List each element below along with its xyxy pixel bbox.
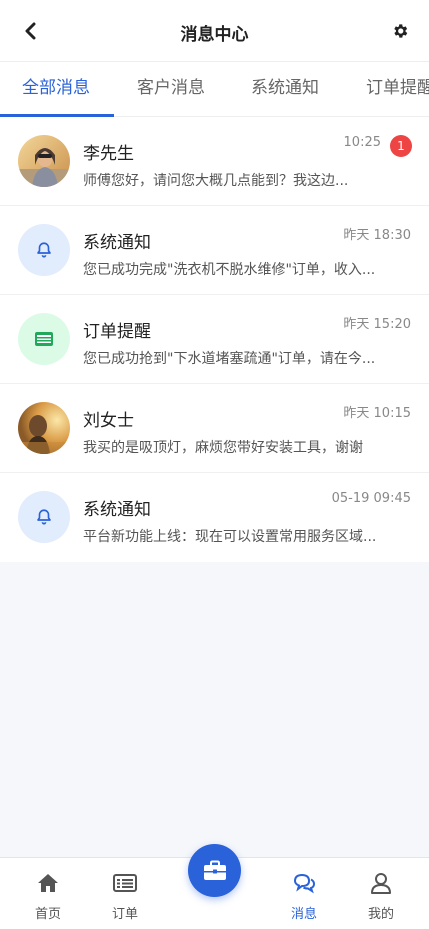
app-header: 消息中心	[0, 0, 429, 62]
nav-messages[interactable]: 消息	[269, 858, 339, 929]
avatar	[18, 402, 70, 454]
bell-icon	[37, 242, 51, 258]
contact-name: 订单提醒	[83, 322, 151, 342]
contact-name: 刘女士	[83, 411, 134, 431]
home-icon	[38, 874, 58, 892]
message-preview: 平台新功能上线：现在可以设置常用服务区域...	[83, 529, 377, 545]
nav-label: 订单	[111, 907, 138, 922]
nav-profile[interactable]: 我的	[346, 858, 416, 929]
user-icon	[371, 873, 391, 894]
message-preview: 我买的是吸顶灯，麻烦您带好安装工具，谢谢	[83, 440, 363, 456]
message-time: 昨天 18:30	[343, 228, 411, 243]
briefcase-icon	[203, 860, 226, 880]
message-item[interactable]: 李先生 10:25 1 师傅您好，请问您大概几点能到？我这边...	[0, 117, 429, 206]
nav-label: 首页	[34, 907, 61, 922]
avatar	[18, 135, 70, 187]
nav-orders[interactable]: 订单	[90, 858, 160, 929]
nav-label: 消息	[290, 907, 317, 922]
list-card-icon	[35, 332, 53, 346]
settings-button[interactable]	[383, 14, 417, 48]
message-item[interactable]: 系统通知 昨天 18:30 您已成功完成"洗衣机不脱水维修"订单，收入...	[0, 206, 429, 295]
contact-name: 李先生	[83, 144, 134, 164]
contact-name: 系统通知	[83, 233, 151, 253]
avatar	[18, 491, 70, 543]
message-list: 李先生 10:25 1 师傅您好，请问您大概几点能到？我这边... 系统通知 昨…	[0, 117, 429, 562]
unread-badge: 1	[390, 135, 412, 157]
tab-order-reminders[interactable]: 订单提醒	[366, 62, 429, 116]
message-item[interactable]: 刘女士 昨天 10:15 我买的是吸顶灯，麻烦您带好安装工具，谢谢	[0, 384, 429, 473]
avatar	[18, 313, 70, 365]
bell-icon	[37, 509, 51, 525]
tab-system-notifications[interactable]: 系统通知	[251, 62, 319, 116]
work-fab-button[interactable]	[188, 844, 241, 897]
page-title: 消息中心	[180, 25, 249, 45]
message-item[interactable]: 系统通知 05-19 09:45 平台新功能上线：现在可以设置常用服务区域...	[0, 473, 429, 562]
message-preview: 您已成功抢到"下水道堵塞疏通"订单，请在今...	[83, 351, 376, 367]
message-time: 昨天 15:20	[343, 317, 411, 332]
message-time: 昨天 10:15	[343, 406, 411, 421]
message-time: 10:25	[343, 135, 381, 150]
nav-home[interactable]: 首页	[13, 858, 83, 929]
contact-name: 系统通知	[83, 500, 151, 520]
tab-all-messages[interactable]: 全部消息	[22, 62, 90, 116]
message-time: 05-19 09:45	[331, 491, 411, 506]
nav-label: 我的	[367, 907, 394, 922]
message-item[interactable]: 订单提醒 昨天 15:20 您已成功抢到"下水道堵塞疏通"订单，请在今...	[0, 295, 429, 384]
message-preview: 您已成功完成"洗衣机不脱水维修"订单，收入...	[83, 262, 376, 278]
message-preview: 师傅您好，请问您大概几点能到？我这边...	[83, 173, 349, 189]
chat-icon	[293, 873, 316, 894]
tab-bar: 全部消息 客户消息 系统通知 订单提醒	[0, 62, 429, 117]
gear-icon	[394, 24, 408, 38]
order-list-icon	[113, 874, 137, 892]
avatar	[18, 224, 70, 276]
tab-customer-messages[interactable]: 客户消息	[137, 62, 205, 116]
